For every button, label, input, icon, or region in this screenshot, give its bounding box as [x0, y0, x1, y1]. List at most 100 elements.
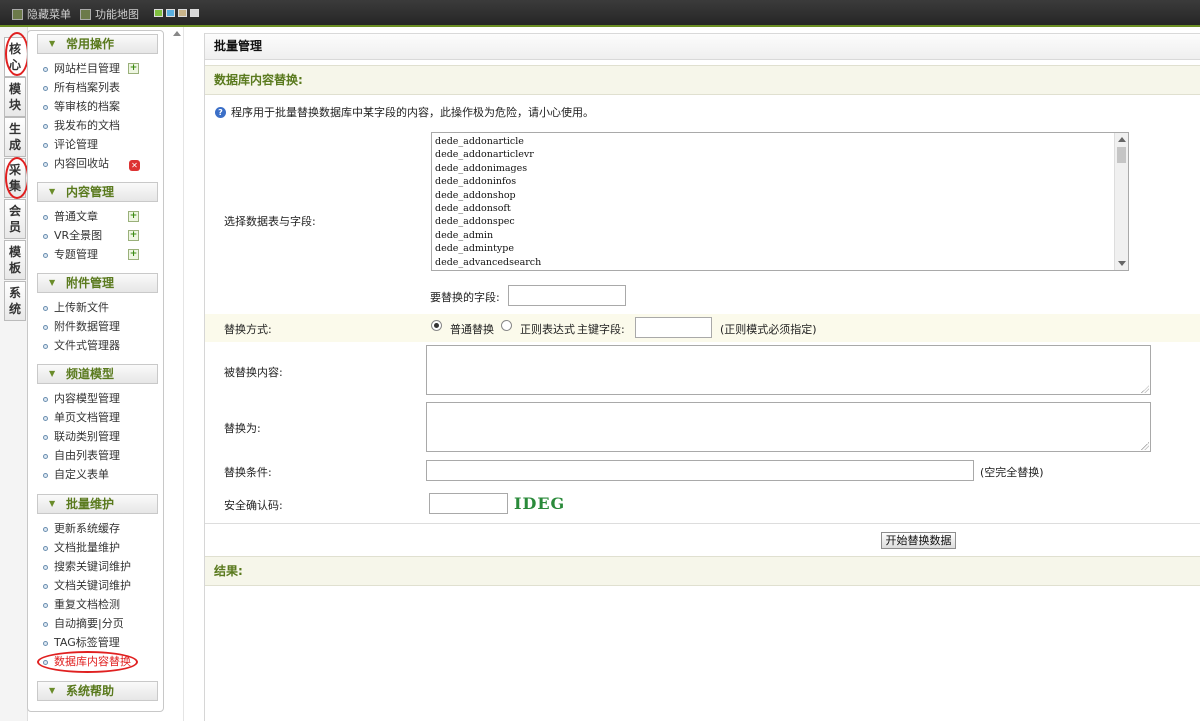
bullet-icon: [43, 622, 48, 627]
delete-icon[interactable]: ✕: [129, 160, 140, 171]
add-icon[interactable]: +: [128, 230, 139, 241]
collapse-arrow-icon[interactable]: [173, 31, 181, 36]
resize-grip-icon[interactable]: [1141, 385, 1149, 393]
bullet-icon: [43, 124, 48, 129]
menu-item-topic[interactable]: 专题管理: [42, 245, 98, 264]
resize-grip-icon[interactable]: [1141, 442, 1149, 450]
page-title: 批量管理: [205, 33, 1200, 60]
theme-swatch-gray[interactable]: [190, 9, 199, 17]
menu-item-label: VR全景图: [54, 229, 103, 242]
menu-item-free-list[interactable]: 自由列表管理: [42, 446, 120, 465]
group-channel-model[interactable]: ▼ 频道模型: [37, 364, 158, 384]
menu-item-vr[interactable]: VR全景图: [42, 226, 102, 245]
tab-module[interactable]: 模块: [4, 77, 26, 117]
menu-item-auto-summary[interactable]: 自动摘要|分页: [42, 614, 124, 633]
menu-item-all-archives[interactable]: 所有档案列表: [42, 78, 120, 97]
menu-item-article[interactable]: 普通文章: [42, 207, 98, 226]
group-attachment[interactable]: ▼ 附件管理: [37, 273, 158, 293]
menu-item-label: 专题管理: [54, 248, 98, 261]
bullet-icon: [43, 162, 48, 167]
menu-item-label: 所有档案列表: [54, 81, 120, 94]
table-option[interactable]: dede_addoninfos: [432, 175, 541, 188]
primary-key-input[interactable]: [635, 317, 712, 338]
chevron-down-icon: ▼: [49, 278, 56, 287]
group-common-ops[interactable]: ▼ 常用操作: [37, 34, 158, 54]
menu-item-recycle[interactable]: 内容回收站: [42, 154, 109, 173]
bullet-icon: [43, 584, 48, 589]
menu-item-content-model[interactable]: 内容模型管理: [42, 389, 120, 408]
menu-item-db-replace[interactable]: 数据库内容替换: [42, 652, 131, 671]
table-option[interactable]: dede_addonarticlevr: [432, 148, 541, 161]
table-field-select[interactable]: dede_addonarticle dede_addonarticlevr dede…: [431, 132, 1129, 271]
replaced-content-textarea[interactable]: [426, 345, 1151, 395]
table-option[interactable]: dede_addonimages: [432, 162, 541, 175]
captcha-image[interactable]: IDEG: [514, 493, 570, 514]
radio-regex-replace[interactable]: [501, 320, 512, 331]
field-to-replace-label: 要替换的字段:: [430, 291, 500, 304]
menu-item-label: 普通文章: [54, 210, 98, 223]
group-batch-maintain[interactable]: ▼ 批量维护: [37, 494, 158, 514]
primary-key-label: 主键字段:: [577, 323, 625, 336]
theme-swatch-brown[interactable]: [178, 9, 187, 17]
chevron-down-icon: ▼: [49, 499, 56, 508]
menu-item-update-cache[interactable]: 更新系统缓存: [42, 519, 120, 538]
tab-generate[interactable]: 生成: [4, 117, 26, 157]
menu-item-pending[interactable]: 等审核的档案: [42, 97, 120, 116]
tab-system[interactable]: 系统: [4, 281, 26, 321]
captcha-input[interactable]: [429, 493, 508, 514]
menu-item-single-page[interactable]: 单页文档管理: [42, 408, 120, 427]
tab-core[interactable]: 核心: [4, 37, 26, 77]
menu-item-attach-data[interactable]: 附件数据管理: [42, 317, 120, 336]
table-option[interactable]: dede_admin: [432, 229, 541, 242]
menu-item-linkage[interactable]: 联动类别管理: [42, 427, 120, 446]
menu-item-doc-keywords[interactable]: 文档关键词维护: [42, 576, 131, 595]
menu-item-label: 自动摘要|分页: [54, 617, 124, 630]
scroll-thumb[interactable]: [1117, 147, 1126, 163]
menu-item-label: 文档批量维护: [54, 541, 120, 554]
menu-item-upload[interactable]: 上传新文件: [42, 298, 109, 317]
scroll-down-icon[interactable]: [1118, 261, 1126, 266]
bullet-icon: [43, 397, 48, 402]
tab-template[interactable]: 模板: [4, 240, 26, 280]
listbox-scrollbar[interactable]: [1114, 133, 1128, 270]
menu-item-my-docs[interactable]: 我发布的文档: [42, 116, 120, 135]
site-map-button[interactable]: 功能地图: [80, 6, 139, 22]
group-content-manage[interactable]: ▼ 内容管理: [37, 182, 158, 202]
tab-collect[interactable]: 采集: [4, 158, 26, 198]
menu-item-search-keywords[interactable]: 搜索关键词维护: [42, 557, 131, 576]
menu-item-tag-manage[interactable]: TAG标签管理: [42, 633, 120, 652]
table-option[interactable]: dede_addonarticle: [432, 135, 541, 148]
replace-to-textarea[interactable]: [426, 402, 1151, 452]
add-icon[interactable]: +: [128, 249, 139, 260]
regex-replace-label: 正则表达式: [520, 323, 575, 336]
table-option[interactable]: dede_addonspec: [432, 215, 541, 228]
theme-swatch-green[interactable]: [154, 9, 163, 17]
group-system-help[interactable]: ▼ 系统帮助: [37, 681, 158, 701]
add-icon[interactable]: +: [128, 211, 139, 222]
menu-item-file-manager[interactable]: 文件式管理器: [42, 336, 120, 355]
table-option[interactable]: dede_admintype: [432, 242, 541, 255]
table-option[interactable]: dede_addonsoft: [432, 202, 541, 215]
theme-swatch-blue[interactable]: [166, 9, 175, 17]
tab-member[interactable]: 会员: [4, 199, 26, 239]
scroll-up-icon[interactable]: [1118, 137, 1126, 142]
menu-item-label: 自由列表管理: [54, 449, 120, 462]
primary-key-hint: (正则模式必须指定): [720, 323, 817, 336]
menu-item-label: TAG标签管理: [54, 636, 120, 649]
menu-item-comments[interactable]: 评论管理: [42, 135, 98, 154]
table-option[interactable]: dede_advancedsearch: [432, 256, 541, 269]
condition-input[interactable]: [426, 460, 974, 481]
menu-item-duplicate-check[interactable]: 重复文档检测: [42, 595, 120, 614]
hide-menu-button[interactable]: 隐藏菜单: [12, 6, 71, 22]
field-to-replace-input[interactable]: [508, 285, 626, 306]
captcha-label: 安全确认码:: [224, 499, 283, 512]
add-icon[interactable]: +: [128, 63, 139, 74]
select-table-label: 选择数据表与字段:: [224, 215, 316, 228]
sidebar-splitter[interactable]: [170, 27, 184, 721]
radio-normal-replace[interactable]: [431, 320, 442, 331]
menu-item-column-manage[interactable]: 网站栏目管理: [42, 59, 120, 78]
menu-item-custom-form[interactable]: 自定义表单: [42, 465, 109, 484]
table-option[interactable]: dede_addonshop: [432, 189, 541, 202]
menu-item-doc-batch[interactable]: 文档批量维护: [42, 538, 120, 557]
start-replace-button[interactable]: 开始替换数据: [881, 532, 956, 549]
